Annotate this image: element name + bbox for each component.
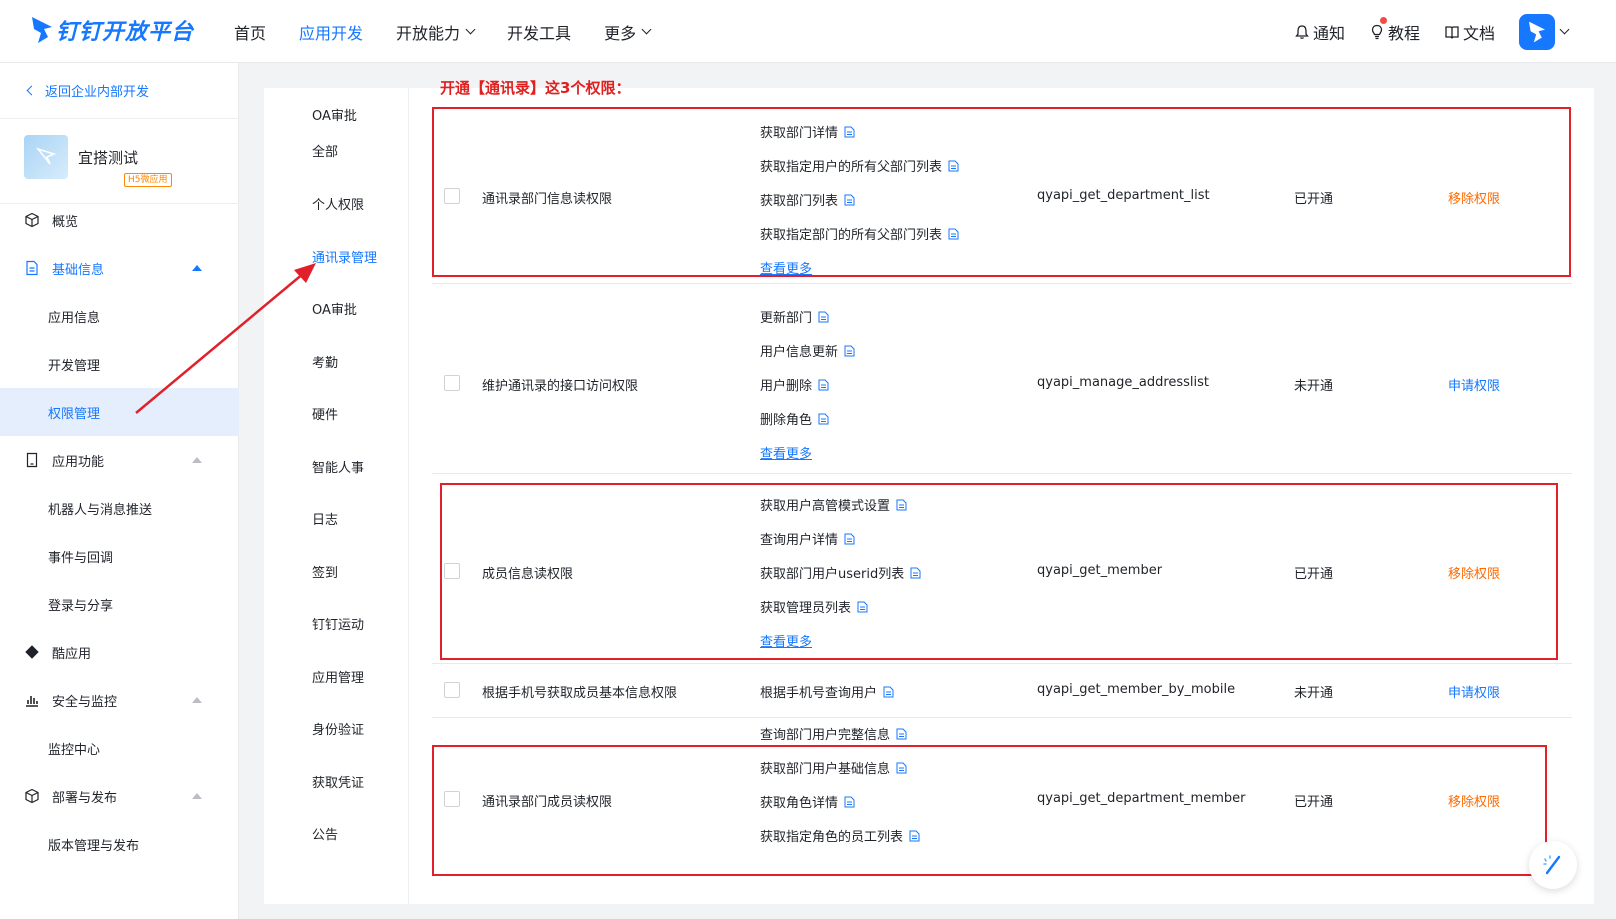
nav-dev-tools[interactable]: 开发工具: [507, 20, 571, 44]
divider: [0, 118, 239, 119]
right-nav: 通知 教程 文档: [1294, 0, 1616, 63]
app-type-badge: H5微应用: [124, 172, 172, 187]
tutorial-link[interactable]: 教程: [1369, 16, 1420, 44]
apply-permission-link[interactable]: 申请权限: [1448, 375, 1500, 394]
category-item[interactable]: OA审批: [312, 105, 357, 124]
bell-icon: [1295, 24, 1309, 39]
category-item[interactable]: 签到: [312, 562, 338, 581]
category-item[interactable]: 智能人事: [312, 457, 364, 476]
ai-assistant-button[interactable]: [1529, 841, 1577, 889]
view-more-link[interactable]: 查看更多: [760, 443, 812, 462]
chevron-left-icon: [26, 85, 37, 96]
annotation-text: 开通【通讯录】这3个权限：: [440, 79, 631, 97]
permission-code: qyapi_get_member_by_mobile: [1037, 682, 1236, 697]
dingtalk-logo[interactable]: 钉钉开放平台: [30, 12, 194, 48]
category-item[interactable]: 获取凭证: [312, 772, 364, 791]
permission-name: 维护通讯录的接口访问权限: [482, 379, 639, 394]
magic-wand-icon: [1543, 855, 1561, 875]
row-checkbox[interactable]: [444, 682, 460, 698]
notify-label: 通知: [1312, 23, 1345, 43]
main-nav: 首页 应用开发 开放能力 开发工具 更多: [234, 0, 683, 63]
status-text: 未开通: [1294, 379, 1334, 394]
doc-icon: [896, 728, 907, 739]
category-list: OA审批 全部 个人权限 通讯录管理 OA审批 考勤 硬件 智能人事 日志 签到…: [264, 88, 409, 904]
annotation-box: [432, 107, 1571, 277]
docs-label: 文档: [1462, 23, 1495, 43]
table-row: 根据手机号获取成员基本信息权限 根据手机号查询用户 qyapi_get_memb…: [432, 664, 1572, 718]
phone-icon: [26, 452, 38, 468]
app-card: 宜搭测试 H5微应用: [24, 135, 172, 187]
apply-permission-link[interactable]: 申请权限: [1448, 682, 1500, 701]
category-item[interactable]: 钉钉运动: [312, 614, 364, 633]
status-text: 未开通: [1294, 686, 1334, 701]
app-icon: [24, 135, 68, 179]
sidebar-item-overview[interactable]: 概览: [0, 196, 239, 244]
chevron-down-icon: [641, 24, 652, 35]
category-item[interactable]: 个人权限: [312, 194, 364, 213]
nav-open-capability[interactable]: 开放能力: [396, 20, 476, 44]
dingtalk-logo-icon: [32, 17, 52, 43]
app-logo-icon: [35, 147, 57, 165]
row-checkbox[interactable]: [444, 375, 460, 391]
category-item[interactable]: 身份验证: [312, 719, 364, 738]
chevron-down-icon: [465, 24, 476, 35]
sidebar-item-login-share[interactable]: 登录与分享: [0, 580, 239, 628]
brand-name: 钉钉开放平台: [56, 20, 195, 45]
sidebar-item-security-monitor[interactable]: 安全与监控: [0, 676, 239, 724]
category-item[interactable]: 全部: [312, 141, 338, 160]
sidebar-item-app-features[interactable]: 应用功能: [0, 436, 239, 484]
chart-icon: [26, 696, 38, 707]
api-item[interactable]: 用户删除: [760, 375, 829, 394]
category-item[interactable]: 应用管理: [312, 667, 364, 686]
doc-icon: [844, 345, 855, 356]
sidebar-item-robot-push[interactable]: 机器人与消息推送: [0, 484, 239, 532]
api-item[interactable]: 更新部门: [760, 307, 829, 326]
cool-app-icon: [25, 645, 39, 659]
nav-home[interactable]: 首页: [234, 20, 266, 44]
annotation-box: [432, 745, 1547, 876]
left-sidebar: 返回企业内部开发 宜搭测试 H5微应用 概览 基础信息 应用信息 开发管理 权限…: [0, 63, 239, 919]
notify-link[interactable]: 通知: [1294, 20, 1345, 44]
cube-icon: [25, 212, 39, 228]
file-icon: [26, 260, 38, 276]
table-row: 维护通讯录的接口访问权限 更新部门 用户信息更新 用户删除 删除角色 查看更多 …: [432, 284, 1572, 474]
docs-link[interactable]: 文档: [1444, 20, 1495, 44]
tutorial-label: 教程: [1387, 23, 1420, 43]
app-name: 宜搭测试: [78, 148, 139, 167]
top-nav-bar: 钉钉开放平台 首页 应用开发 开放能力 开发工具 更多 通知 教程 文档: [0, 0, 1616, 63]
back-link[interactable]: 返回企业内部开发: [26, 81, 149, 100]
api-item[interactable]: 用户信息更新: [760, 341, 855, 360]
api-item[interactable]: 删除角色: [760, 409, 829, 428]
nav-app-dev[interactable]: 应用开发: [299, 20, 363, 44]
nav-more[interactable]: 更多: [604, 20, 652, 44]
dingtalk-avatar-icon: [1529, 21, 1545, 42]
permission-code: qyapi_manage_addresslist: [1037, 375, 1210, 390]
box-icon: [25, 788, 39, 804]
caret-up-icon: [192, 457, 202, 463]
avatar[interactable]: [1519, 13, 1555, 50]
new-dot: [1379, 16, 1387, 24]
permission-name: 根据手机号获取成员基本信息权限: [482, 686, 678, 701]
doc-icon: [883, 686, 894, 697]
sidebar-item-events-callback[interactable]: 事件与回调: [0, 532, 239, 580]
category-item[interactable]: 日志: [312, 509, 338, 528]
api-item[interactable]: 根据手机号查询用户: [760, 682, 894, 701]
book-icon: [1445, 25, 1459, 39]
sidebar-item-cool-app[interactable]: 酷应用: [0, 628, 239, 676]
sidebar-item-deploy-release[interactable]: 部署与发布: [0, 772, 239, 820]
chevron-down-icon[interactable]: [1559, 24, 1570, 35]
annotation-arrow-icon: [135, 263, 316, 414]
category-item[interactable]: 公告: [312, 824, 338, 843]
caret-up-icon: [192, 793, 202, 799]
caret-up-icon: [192, 697, 202, 703]
doc-icon: [818, 311, 829, 322]
annotation-box: [440, 483, 1558, 660]
doc-icon: [818, 413, 829, 424]
doc-icon: [818, 379, 829, 390]
sidebar-item-version-manage[interactable]: 版本管理与发布: [0, 820, 239, 868]
sidebar-item-monitor-center[interactable]: 监控中心: [0, 724, 239, 772]
bulb-icon: [1371, 24, 1383, 39]
api-item[interactable]: 查询部门用户完整信息: [760, 724, 907, 743]
